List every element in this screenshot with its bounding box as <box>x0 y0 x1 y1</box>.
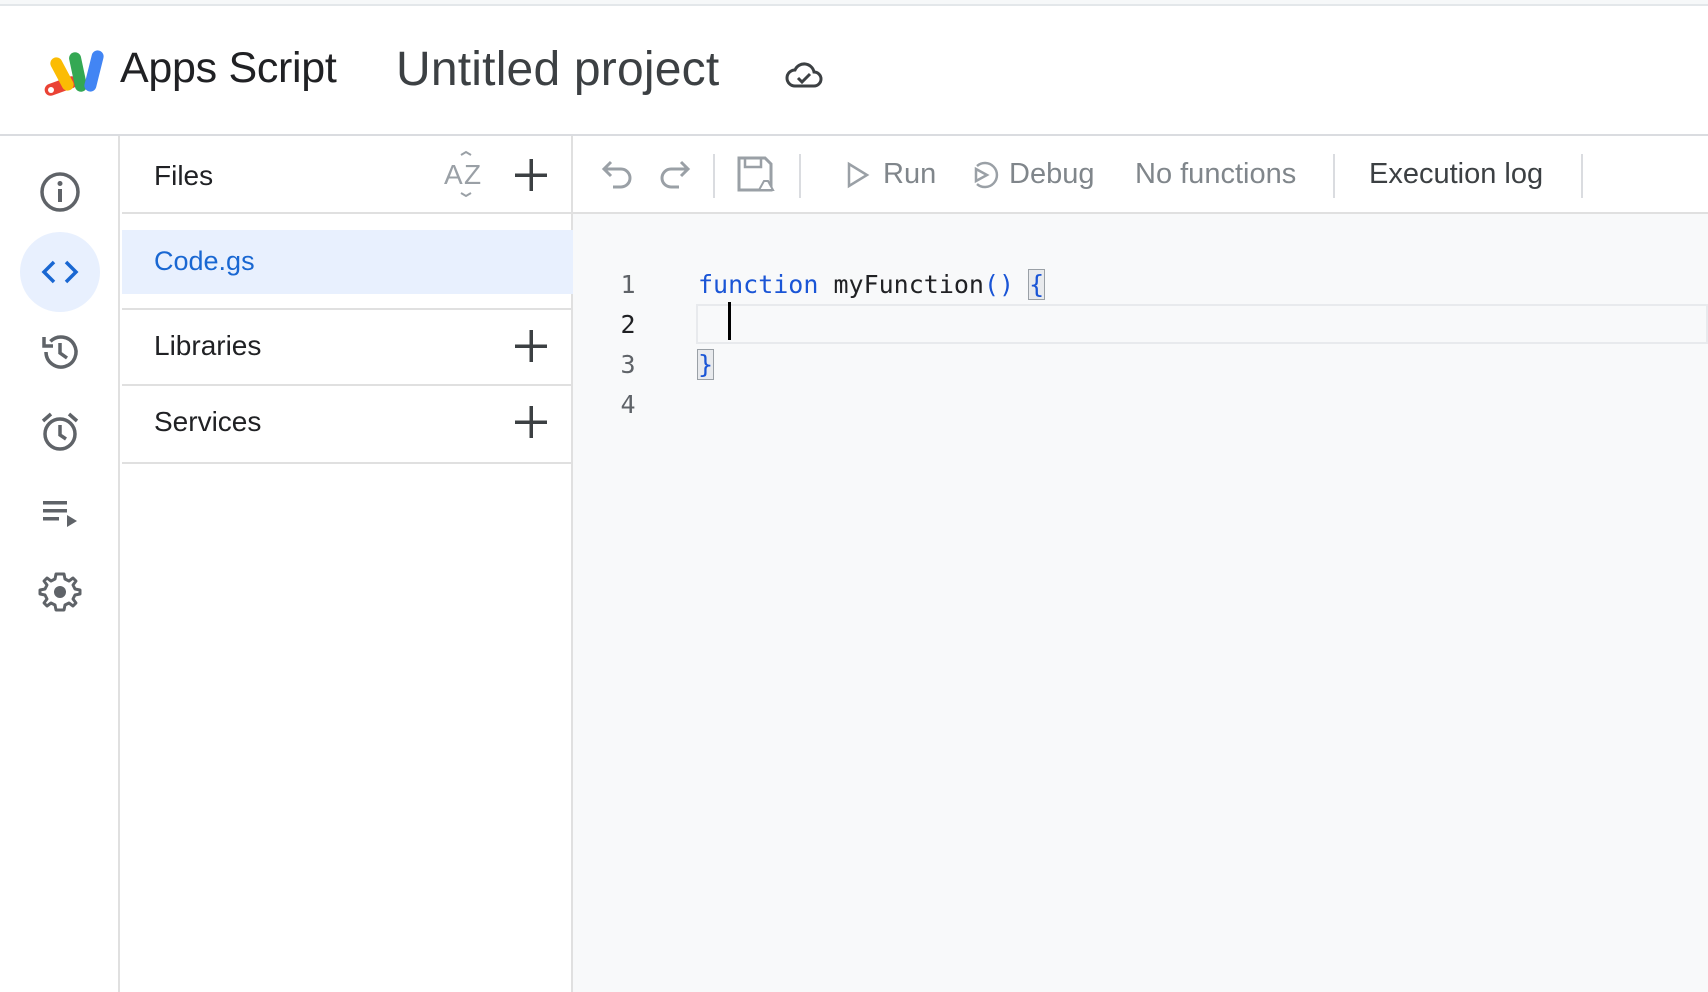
files-header: Files A Z <box>122 136 573 214</box>
execution-log-button[interactable]: Execution log <box>1369 158 1543 191</box>
open-brace: { <box>1028 269 1046 300</box>
text-cursor <box>728 302 731 340</box>
undo-icon[interactable] <box>599 154 639 194</box>
rail-triggers-button[interactable] <box>20 392 100 472</box>
rail-overview-button[interactable] <box>20 152 100 232</box>
svg-text:Z: Z <box>464 159 481 190</box>
close-brace: } <box>696 349 715 380</box>
line-number: 4 <box>620 390 636 419</box>
sort-az-icon[interactable]: A Z <box>441 150 491 200</box>
function-name: myFunction <box>818 270 984 299</box>
line-number: 2 <box>620 310 636 339</box>
parens: () <box>984 270 1015 299</box>
playlist-play-icon <box>43 501 77 527</box>
files-label: Files <box>154 160 214 191</box>
files-panel: Files A Z Code.gs Libraries Services <box>122 136 573 992</box>
run-label: Run <box>883 158 937 190</box>
debug-button[interactable]: Debug <box>967 158 1094 191</box>
debug-label: Debug <box>1009 158 1095 190</box>
redo-icon[interactable] <box>653 154 693 194</box>
add-service-button[interactable] <box>509 400 553 444</box>
rail-editor-button[interactable] <box>20 232 100 312</box>
line-number: 1 <box>620 270 636 299</box>
services-label: Services <box>154 406 262 437</box>
apps-script-logo-icon[interactable] <box>42 46 108 100</box>
toolbar-separator <box>713 154 715 198</box>
app-header: Apps Script Untitled project <box>0 6 1708 136</box>
add-file-button[interactable] <box>509 153 553 197</box>
code-line: 2 <box>573 304 1708 344</box>
info-icon <box>40 172 80 212</box>
rail-settings-button[interactable] <box>20 552 100 632</box>
app-title[interactable]: Apps Script <box>120 44 337 93</box>
libraries-header: Libraries <box>122 308 573 386</box>
code-icon <box>41 260 79 284</box>
editor-toolbar: Run Debug No functions Execution log <box>573 136 1708 214</box>
gear-icon <box>38 572 82 612</box>
code-text[interactable]: function myFunction() { <box>698 269 1046 300</box>
code-line: 3 } <box>573 344 1708 384</box>
function-select[interactable]: No functions <box>1135 158 1296 191</box>
file-item-code-gs[interactable]: Code.gs <box>122 230 573 294</box>
toolbar-separator <box>1581 154 1583 198</box>
history-icon <box>42 335 78 369</box>
code-editor[interactable]: 1 function myFunction() { 2 3 } 4 <box>573 214 1708 992</box>
function-select-value: No functions <box>1135 158 1297 190</box>
rail-history-button[interactable] <box>20 312 100 392</box>
libraries-label: Libraries <box>154 330 262 361</box>
project-title[interactable]: Untitled project <box>396 42 719 97</box>
play-icon <box>847 161 870 188</box>
code-line: 4 <box>573 384 1708 424</box>
services-header: Services <box>122 386 573 464</box>
code-text[interactable]: } <box>696 349 715 380</box>
debug-icon <box>974 161 999 188</box>
save-to-drive-icon[interactable] <box>735 154 775 194</box>
code-line: 1 function myFunction() { <box>573 264 1708 304</box>
line-number: 3 <box>620 350 636 379</box>
alarm-icon <box>41 412 79 451</box>
toolbar-separator <box>1333 154 1335 198</box>
keyword: function <box>698 270 819 299</box>
add-library-button[interactable] <box>509 324 553 368</box>
file-name: Code.gs <box>154 246 255 276</box>
left-nav-rail <box>0 136 120 992</box>
toolbar-separator <box>799 154 801 198</box>
svg-text:A: A <box>444 159 463 190</box>
rail-executions-button[interactable] <box>20 472 100 552</box>
cloud-check-icon[interactable] <box>784 56 824 96</box>
run-button[interactable]: Run <box>841 158 936 191</box>
